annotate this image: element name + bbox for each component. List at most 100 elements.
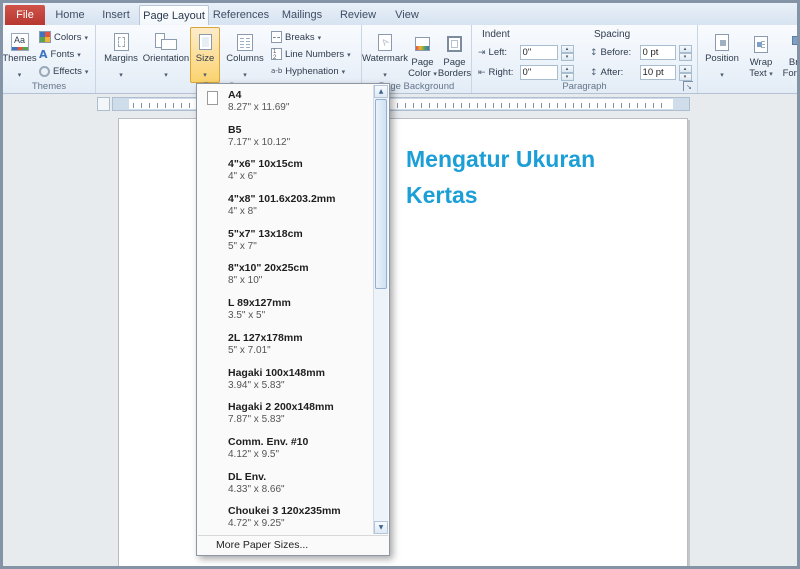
margins-button[interactable]: Margins: [103, 27, 139, 83]
indent-header: Indent: [482, 29, 510, 40]
spacing-before-stepper[interactable]: ▴▾: [679, 45, 692, 61]
wrap-text-button[interactable]: Wrap Text: [744, 27, 778, 83]
spacing-after-stepper[interactable]: ▴▾: [679, 65, 692, 81]
dropdown-arrow-icon: [342, 66, 346, 77]
indent-right-stepper[interactable]: ▴▾: [561, 65, 574, 81]
paragraph-group-label: Paragraph: [472, 81, 697, 92]
paper-size-option[interactable]: 4"x8" 101.6x203.2mm 4" x 8": [198, 189, 373, 224]
tab-stop-selector[interactable]: [97, 97, 110, 111]
page-color-button[interactable]: Page Color: [407, 27, 438, 83]
document-heading[interactable]: Mengatur Ukuran Kertas: [406, 141, 595, 213]
tab-view[interactable]: View: [385, 5, 429, 25]
spacing-before-icon: ↕: [590, 48, 598, 58]
dropdown-arrow-icon: [18, 64, 22, 82]
paper-size-dropdown: A4 8.27" x 11.69" B5 7.17" x 10.12" 4"x6…: [196, 83, 390, 556]
spacing-header: Spacing: [594, 29, 630, 40]
paper-size-dimensions: 8" x 10": [228, 275, 371, 287]
dropdown-arrow-icon: [720, 64, 724, 82]
more-paper-sizes-item[interactable]: More Paper Sizes...: [198, 535, 388, 554]
watermark-icon: A: [378, 31, 392, 53]
indent-left-row: ⇥ Left: ▴▾: [478, 44, 574, 61]
paper-size-name: 8"x10" 20x25cm: [228, 262, 371, 274]
line-numbers-button[interactable]: 12 Line Numbers: [268, 46, 354, 62]
spacing-before-input[interactable]: [640, 45, 676, 60]
paper-size-dimensions: 4.72" x 9.25": [228, 518, 371, 530]
paper-size-name: 4"x6" 10x15cm: [228, 158, 371, 170]
position-button[interactable]: Position: [702, 27, 742, 83]
tab-mailings[interactable]: Mailings: [273, 5, 331, 25]
paper-size-name: Choukei 3 120x235mm: [228, 505, 371, 517]
watermark-button[interactable]: A Watermark: [364, 27, 406, 83]
paper-size-option[interactable]: B5 7.17" x 10.12": [198, 120, 373, 155]
hyphenation-icon: a-b: [271, 67, 282, 75]
paper-size-dimensions: 4" x 8": [228, 206, 371, 218]
bring-forward-icon: [792, 31, 797, 57]
breaks-button[interactable]: Breaks: [268, 29, 324, 45]
dropdown-arrow-icon: [85, 66, 89, 77]
paper-size-name: Hagaki 2 200x148mm: [228, 401, 371, 413]
paragraph-dialog-launcher[interactable]: [683, 81, 693, 91]
columns-button[interactable]: Columns: [225, 27, 265, 83]
paper-size-option[interactable]: Hagaki 2 200x148mm 7.87" x 5.83": [198, 397, 373, 432]
tab-home[interactable]: Home: [47, 5, 93, 25]
document-area: Mengatur Ukuran Kertas: [3, 94, 797, 566]
dropdown-arrow-icon: [318, 32, 322, 43]
page-borders-icon: [447, 31, 462, 57]
theme-effects-icon: [39, 66, 50, 77]
paper-size-dimensions: 3.94" x 5.83": [228, 380, 371, 392]
paper-size-option[interactable]: A4 8.27" x 11.69": [198, 85, 373, 120]
indent-left-icon: ⇥: [478, 48, 486, 58]
paper-size-option[interactable]: 8"x10" 20x25cm 8" x 10": [198, 258, 373, 293]
paper-size-option[interactable]: Choukei 3 120x235mm 4.72" x 9.25": [198, 501, 373, 534]
tab-page-layout[interactable]: Page Layout: [139, 5, 209, 25]
indent-right-icon: ⇤: [478, 68, 486, 78]
page-borders-button[interactable]: Page Borders: [439, 27, 470, 83]
paper-size-option[interactable]: Comm. Env. #10 4.12" x 9.5": [198, 432, 373, 467]
paper-size-name: L 89x127mm: [228, 297, 371, 309]
paper-size-dimensions: 5" x 7.01": [228, 345, 371, 357]
paper-size-option[interactable]: 4"x6" 10x15cm 4" x 6": [198, 154, 373, 189]
file-tab[interactable]: File: [5, 5, 45, 25]
paper-size-dimensions: 4" x 6": [228, 171, 371, 183]
size-icon: [199, 31, 212, 53]
orientation-button[interactable]: Orientation: [141, 27, 191, 83]
dropdown-arrow-icon: [119, 64, 123, 82]
hyphenation-button[interactable]: a-b Hyphenation: [268, 63, 348, 79]
theme-effects-button[interactable]: Effects: [36, 63, 91, 79]
paper-size-name: A4: [228, 89, 371, 101]
dropdown-scrollbar[interactable]: [373, 85, 388, 534]
size-button[interactable]: Size: [190, 27, 220, 83]
indent-right-input[interactable]: [520, 65, 558, 80]
scroll-down-icon[interactable]: [374, 521, 388, 534]
dropdown-arrow-icon: [383, 64, 387, 82]
themes-icon: Aa: [11, 31, 29, 53]
paper-size-name: 5"x7" 13x18cm: [228, 228, 371, 240]
scroll-up-icon[interactable]: [374, 85, 388, 98]
dropdown-arrow-icon: [203, 64, 207, 82]
themes-button[interactable]: Aa Themes: [4, 27, 35, 83]
dropdown-arrow-icon: [243, 64, 247, 82]
position-icon: [715, 31, 729, 53]
theme-colors-button[interactable]: Colors: [36, 29, 91, 45]
paper-size-name: Comm. Env. #10: [228, 436, 371, 448]
spacing-after-input[interactable]: [640, 65, 676, 80]
spacing-before-row: ↕ Before: ▴▾: [590, 44, 692, 61]
paper-size-option[interactable]: L 89x127mm 3.5" x 5": [198, 293, 373, 328]
tab-references[interactable]: References: [209, 5, 273, 25]
theme-fonts-button[interactable]: A Fonts: [36, 46, 84, 62]
paper-size-option[interactable]: DL Env. 4.33" x 8.66": [198, 467, 373, 502]
paper-size-option[interactable]: Hagaki 100x148mm 3.94" x 5.83": [198, 363, 373, 398]
indent-left-input[interactable]: [520, 45, 558, 60]
tab-insert[interactable]: Insert: [93, 5, 139, 25]
spacing-after-icon: ↕: [590, 68, 598, 78]
paper-size-option[interactable]: 5"x7" 13x18cm 5" x 7": [198, 224, 373, 259]
tab-review[interactable]: Review: [331, 5, 385, 25]
theme-colors-icon: [39, 31, 51, 43]
scrollbar-thumb[interactable]: [375, 99, 387, 289]
bring-forward-button[interactable]: Bring Forward: [780, 27, 797, 83]
indent-left-stepper[interactable]: ▴▾: [561, 45, 574, 61]
line-numbers-icon: 12: [271, 48, 282, 60]
orientation-icon: [155, 31, 177, 53]
paper-size-option[interactable]: 2L 127x178mm 5" x 7.01": [198, 328, 373, 363]
paper-size-name: Hagaki 100x148mm: [228, 367, 371, 379]
